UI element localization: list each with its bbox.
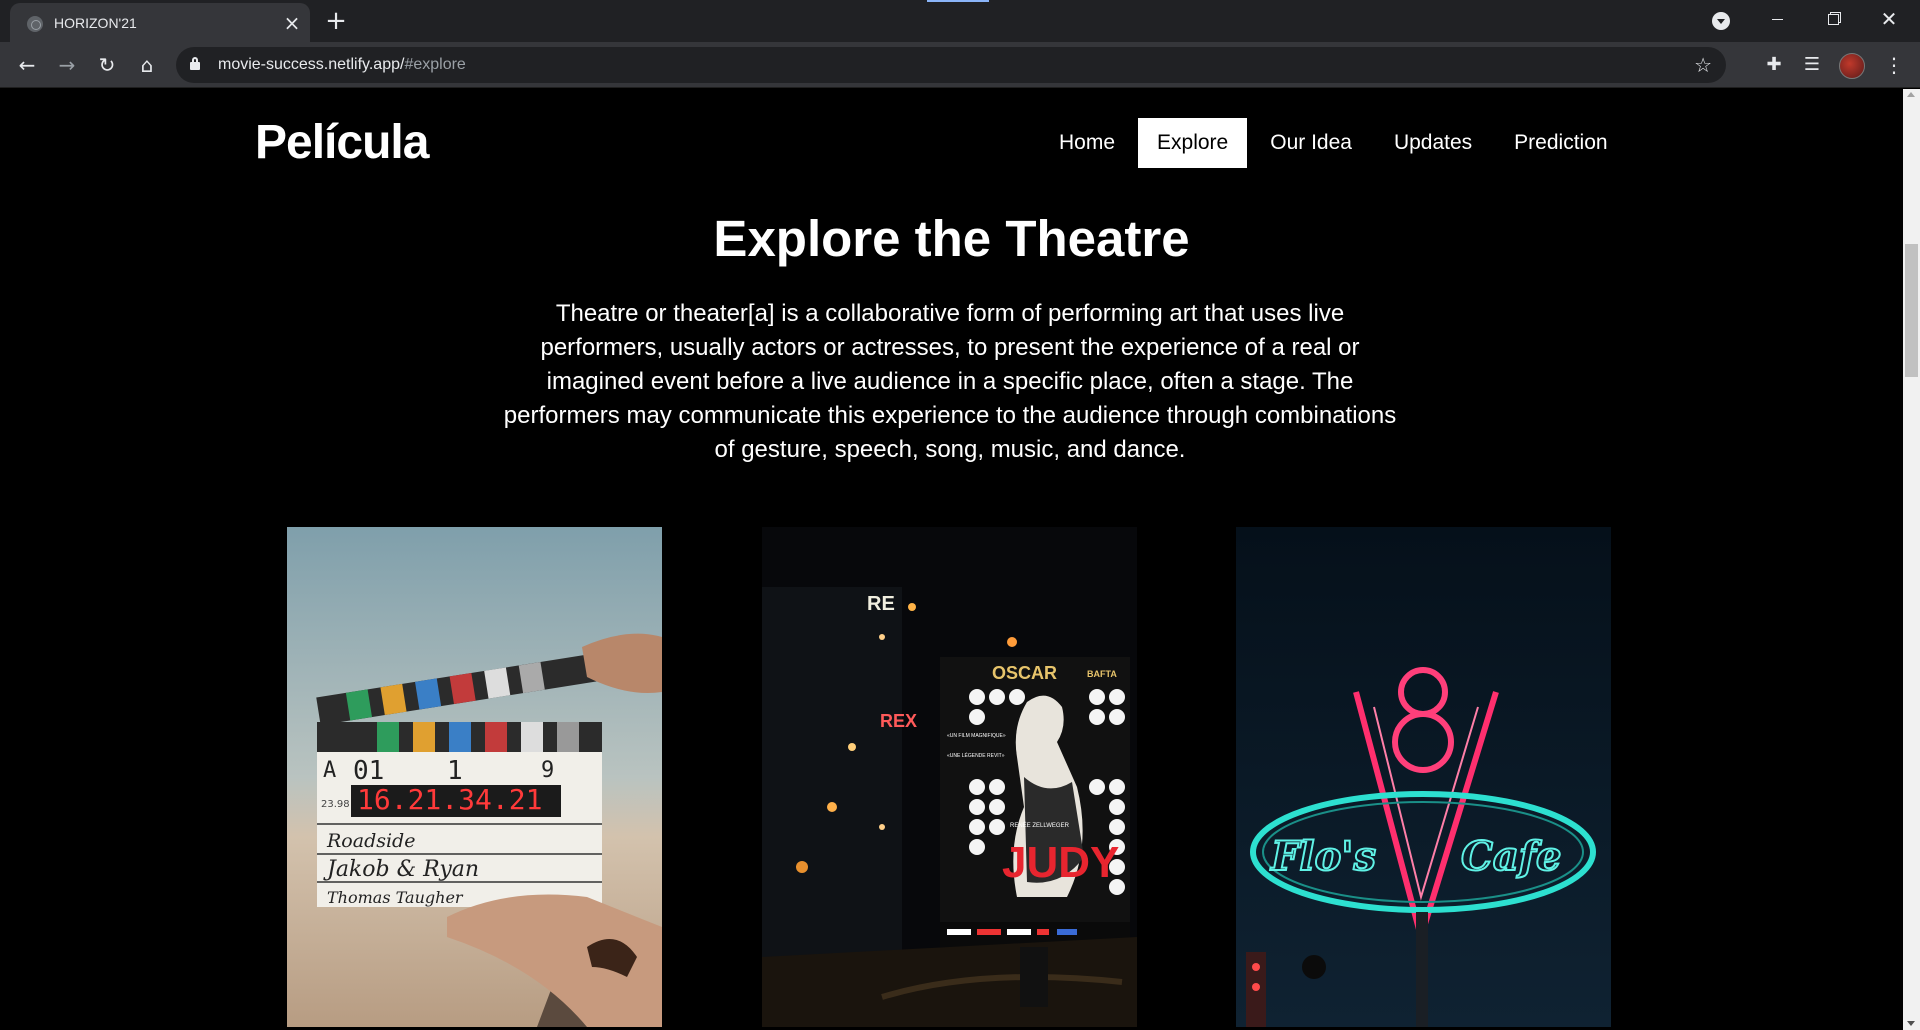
neon-text-left: Flo's <box>1270 833 1376 880</box>
nav-our-idea[interactable]: Our Idea <box>1251 118 1371 168</box>
poster-award-oscar: OSCAR <box>992 663 1057 683</box>
clapper-director: Jakob & Ryan <box>323 857 479 882</box>
neon-sign-photo: Flo's Cafe <box>1236 527 1611 1027</box>
lock-icon <box>190 57 200 70</box>
intro-paragraph: Theatre or theater[a] is a collaborative… <box>503 300 1397 463</box>
scroll-down-icon[interactable] <box>1907 1021 1915 1026</box>
tab-close-icon[interactable]: × <box>281 12 303 34</box>
poster-star: RENÉE ZELLWEGER <box>1010 822 1070 829</box>
clapper-dop: Thomas Taugher <box>327 888 464 907</box>
main-nav: Home Explore Our Idea Updates Prediction <box>1040 118 1627 168</box>
minimize-button[interactable] <box>1754 0 1800 42</box>
site-logo[interactable]: Película <box>255 115 429 170</box>
media-control-icon[interactable]: ☰ <box>1798 51 1826 79</box>
window-close-button[interactable]: ✕ <box>1866 0 1912 42</box>
browser-menu-icon[interactable]: ⋮ <box>1882 51 1906 79</box>
browser-tabstrip: HORIZON'21 × + ✕ <box>0 0 1920 42</box>
page-scrollbar[interactable] <box>1903 89 1920 1030</box>
clapperboard-photo: 16.21.34.21 A 01 1 9 23.98 Roadside Jako… <box>287 527 662 1027</box>
bookmark-star-icon[interactable]: ☆ <box>1694 53 1712 77</box>
scroll-up-icon[interactable] <box>1907 92 1915 97</box>
tab-drag-indicator <box>927 0 989 2</box>
browser-toolbar: ← → ↻ ⌂ movie-success.netlify.app/#explo… <box>0 42 1920 88</box>
extensions-icon[interactable]: ✚ <box>1760 51 1788 79</box>
nav-home[interactable]: Home <box>1040 118 1134 168</box>
poster-award-bafta: BAFTA <box>1087 669 1117 679</box>
home-icon[interactable]: ⌂ <box>133 51 161 79</box>
clapper-fps: 23.98 <box>321 799 350 810</box>
forward-icon[interactable]: → <box>53 51 81 79</box>
web-page: Película Home Explore Our Idea Updates P… <box>0 89 1903 1030</box>
photo-gallery: 16.21.34.21 A 01 1 9 23.98 Roadside Jako… <box>0 527 1903 1027</box>
url-text: movie-success.netlify.app/#explore <box>218 56 466 73</box>
scroll-thumb[interactable] <box>1905 244 1918 377</box>
clapper-production: Roadside <box>326 830 415 852</box>
rex-sign: REX <box>880 711 917 731</box>
restore-button[interactable] <box>1810 0 1856 42</box>
tab-search-icon[interactable] <box>1712 12 1730 30</box>
poster-quote-1: «UN FILM MAGNIFIQUE» <box>947 733 1006 739</box>
clapper-take: 1 <box>447 756 463 786</box>
nav-updates[interactable]: Updates <box>1375 118 1491 168</box>
new-tab-button[interactable]: + <box>322 7 350 35</box>
nav-explore[interactable]: Explore <box>1138 118 1248 168</box>
reload-icon[interactable]: ↻ <box>93 51 121 79</box>
clapper-cam: 9 <box>541 758 554 783</box>
neon-text-right: Cafe <box>1461 833 1561 880</box>
tab-title: HORIZON'21 <box>54 15 137 31</box>
building-sign: RE <box>867 593 895 615</box>
clapper-scene: 01 <box>353 756 384 786</box>
back-icon[interactable]: ← <box>13 51 41 79</box>
nav-prediction[interactable]: Prediction <box>1495 118 1626 168</box>
address-bar[interactable]: movie-success.netlify.app/#explore ☆ <box>176 47 1726 83</box>
judy-poster-photo: RE REX OSCAR BAFTA RENÉE ZELLWEGER JUDY … <box>762 527 1137 1027</box>
page-title: Explore the Theatre <box>713 210 1190 267</box>
globe-icon <box>27 16 43 32</box>
poster-title: JUDY <box>1002 838 1119 887</box>
poster-quote-2: «UNE LÉGENDE REVIT» <box>947 752 1005 759</box>
clapper-timecode: 16.21.34.21 <box>357 783 542 816</box>
browser-tab[interactable]: HORIZON'21 × <box>10 3 310 42</box>
profile-avatar[interactable] <box>1839 53 1865 79</box>
clapper-roll: A <box>323 758 336 783</box>
